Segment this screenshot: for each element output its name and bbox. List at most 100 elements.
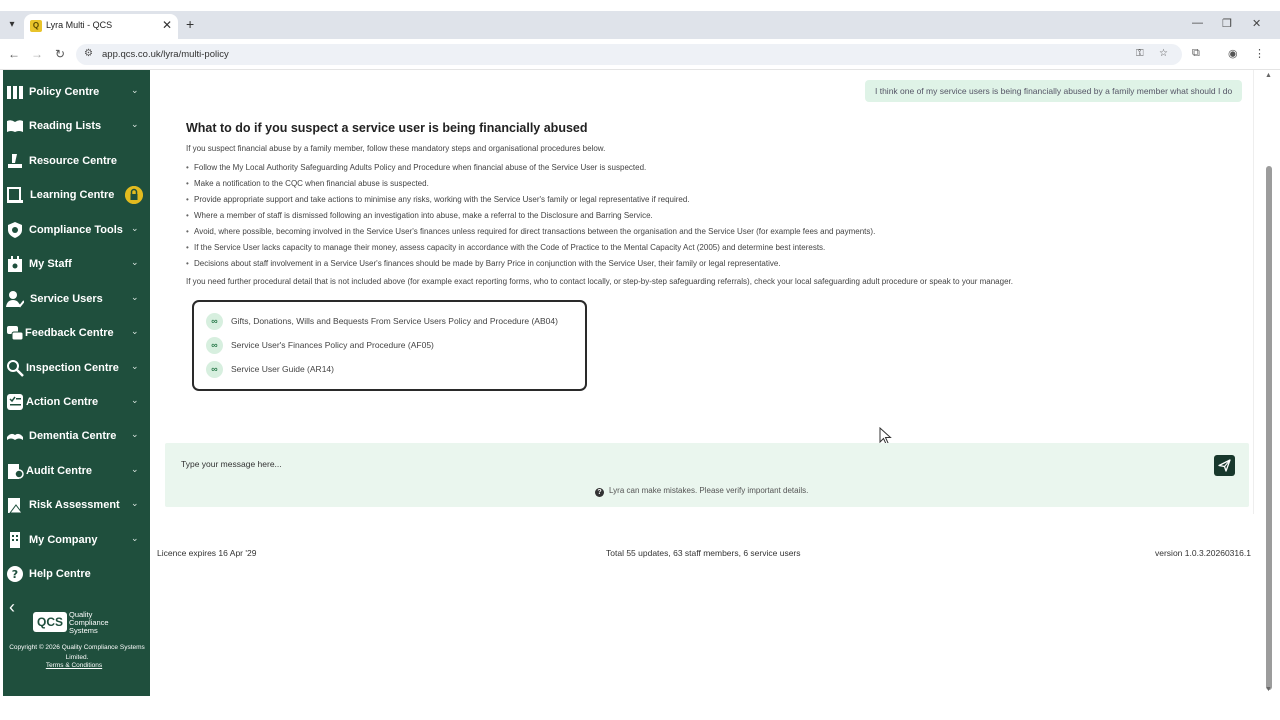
- message-input[interactable]: [181, 455, 1181, 473]
- sidebar-item-service-users[interactable]: Service Users ⌄: [3, 283, 150, 317]
- help-icon: ?: [7, 566, 23, 582]
- message-composer: ? Lyra can make mistakes. Please verify i…: [165, 443, 1249, 507]
- browser-menu-icon[interactable]: ⋮: [1254, 47, 1265, 60]
- list-item: Where a member of staff is dismissed fol…: [186, 208, 1246, 224]
- answer-bullet-list: Follow the My Local Authority Safeguardi…: [186, 160, 1246, 272]
- list-item: Provide appropriate support and take act…: [186, 192, 1246, 208]
- policy-icon: [7, 86, 23, 99]
- forward-arrow-icon[interactable]: →: [31, 47, 43, 61]
- sidebar-item-compliance-tools[interactable]: Compliance Tools ⌄: [3, 214, 150, 248]
- risk-icon: [8, 498, 23, 514]
- sidebar-item-reading-lists[interactable]: Reading Lists ⌄: [3, 110, 150, 144]
- send-button[interactable]: [1214, 455, 1235, 476]
- back-arrow-icon[interactable]: ←: [8, 47, 20, 61]
- tab-close-icon[interactable]: ✕: [162, 18, 172, 32]
- chevron-down-icon[interactable]: ⌄: [131, 429, 139, 440]
- browser-tab[interactable]: Q Lyra Multi - QCS ✕: [24, 14, 178, 39]
- terms-link[interactable]: Terms & Conditions: [3, 662, 145, 669]
- sidebar-item-my-company[interactable]: My Company ⌄: [3, 524, 150, 558]
- sidebar-item-policy-centre[interactable]: Policy Centre ⌄: [3, 76, 150, 110]
- chevron-down-icon[interactable]: ⌄: [131, 395, 139, 406]
- chevron-down-icon[interactable]: ⌄: [131, 119, 139, 130]
- link-icon: ∞: [206, 337, 223, 354]
- sidebar-item-audit-centre[interactable]: Audit Centre ⌄: [3, 455, 150, 489]
- sidebar-item-label: Action Centre: [26, 396, 99, 408]
- link-icon: ∞: [206, 361, 223, 378]
- sidebar-item-inspection-centre[interactable]: Inspection Centre ⌄: [3, 352, 150, 386]
- policy-link-label[interactable]: Gifts, Donations, Wills and Bequests Fro…: [231, 316, 558, 326]
- sidebar-item-risk-assessment[interactable]: Risk Assessment ⌄: [3, 489, 150, 523]
- chevron-down-icon[interactable]: ⌄: [131, 326, 139, 337]
- policy-link-label[interactable]: Service User's Finances Policy and Proce…: [231, 340, 434, 350]
- audit-icon: [8, 464, 24, 479]
- profile-icon[interactable]: ◉: [1228, 47, 1238, 60]
- password-key-icon[interactable]: ⚿: [1136, 48, 1144, 59]
- sidebar-item-feedback-centre[interactable]: Feedback Centre ⌄: [3, 317, 150, 351]
- feedback-icon: [7, 326, 24, 341]
- bookmark-star-icon[interactable]: ☆: [1159, 48, 1168, 59]
- scrollbar-thumb[interactable]: [1266, 166, 1272, 690]
- disclaimer-text: Lyra can make mistakes. Please verify im…: [609, 486, 809, 495]
- sidebar-item-resource-centre[interactable]: Resource Centre: [3, 145, 150, 179]
- staff-icon: [8, 256, 22, 272]
- app-version: version 1.0.3.20260316.1: [1155, 548, 1251, 558]
- policy-link-label[interactable]: Service User Guide (AR14): [231, 364, 334, 374]
- sidebar-item-action-centre[interactable]: Action Centre ⌄: [3, 386, 150, 420]
- inspection-icon: [7, 360, 24, 377]
- chevron-down-icon[interactable]: ⌄: [131, 361, 139, 372]
- shield-icon: [8, 222, 22, 238]
- restore-icon[interactable]: ❐: [1222, 17, 1232, 30]
- answer-title: What to do if you suspect a service user…: [186, 121, 588, 135]
- chevron-down-icon[interactable]: ⌄: [131, 464, 139, 475]
- account-totals: Total 55 updates, 63 staff members, 6 se…: [606, 548, 801, 558]
- chevron-down-icon[interactable]: ⌄: [131, 223, 139, 234]
- sidebar-item-label: Reading Lists: [29, 120, 102, 132]
- sidebar-item-my-staff[interactable]: My Staff ⌄: [3, 248, 150, 282]
- question-icon: ?: [595, 488, 604, 497]
- reload-icon[interactable]: ↻: [55, 47, 65, 61]
- chevron-down-icon[interactable]: ⌄: [131, 257, 139, 268]
- sidebar-item-label: My Staff: [29, 258, 72, 270]
- list-item: Decisions about staff involvement in a S…: [186, 256, 1246, 272]
- user-message: I think one of my service users is being…: [865, 80, 1243, 102]
- users-icon: [6, 291, 24, 308]
- browser-tab-bar: ▾ Q Lyra Multi - QCS ✕ + — ❐ ✕: [0, 11, 1280, 39]
- extensions-icon[interactable]: ⧉: [1192, 47, 1200, 60]
- answer-outro: If you need further procedural detail th…: [186, 277, 1013, 286]
- learning-icon: [7, 187, 23, 203]
- collapse-sidebar-icon[interactable]: ‹: [9, 597, 15, 618]
- site-info-icon[interactable]: ⚙: [84, 48, 93, 59]
- sidebar-item-label: Help Centre: [29, 568, 91, 580]
- window-close-icon[interactable]: ✕: [1252, 17, 1261, 30]
- url-text[interactable]: app.qcs.co.uk/lyra/multi-policy: [102, 49, 229, 60]
- book-icon: [7, 120, 23, 132]
- sidebar-item-help-centre[interactable]: ? Help Centre: [3, 558, 150, 592]
- new-tab-button[interactable]: +: [186, 16, 194, 32]
- resource-icon: [8, 154, 22, 168]
- chevron-down-icon[interactable]: ⌄: [131, 533, 139, 544]
- copyright-text: Copyright © 2026 Quality Compliance Syst…: [9, 644, 145, 661]
- url-bar[interactable]: ⚙ app.qcs.co.uk/lyra/multi-policy ⚿ ☆: [76, 44, 1182, 65]
- sidebar-item-label: Inspection Centre: [26, 362, 119, 374]
- list-item: Avoid, where possible, becoming involved…: [186, 224, 1246, 240]
- qcs-logo: QCS: [33, 612, 67, 632]
- sidebar-item-label: Learning Centre: [30, 189, 115, 201]
- lock-icon: [125, 186, 143, 204]
- page-scrollbar[interactable]: ▲ ▼: [1264, 70, 1274, 696]
- scroll-up-icon[interactable]: ▲: [1265, 72, 1272, 79]
- sidebar-item-dementia-centre[interactable]: Dementia Centre ⌄: [3, 420, 150, 454]
- minimize-icon[interactable]: —: [1192, 17, 1203, 29]
- chevron-down-icon[interactable]: ⌄: [131, 498, 139, 509]
- building-icon: [10, 532, 20, 548]
- sidebar-item-learning-centre[interactable]: Learning Centre: [3, 179, 150, 213]
- disclaimer: ? Lyra can make mistakes. Please verify i…: [595, 486, 808, 497]
- chevron-down-icon[interactable]: ⌄: [131, 292, 139, 303]
- sidebar-item-label: Feedback Centre: [25, 327, 114, 339]
- chevron-down-icon[interactable]: ⌄: [131, 85, 139, 96]
- address-toolbar: ← → ↻ ⚙ app.qcs.co.uk/lyra/multi-policy …: [0, 39, 1280, 70]
- scroll-down-icon[interactable]: ▼: [1265, 686, 1272, 693]
- answer-intro: If you suspect financial abuse by a fami…: [186, 144, 606, 153]
- send-icon: [1218, 459, 1231, 472]
- tab-search-chevron-icon[interactable]: ▾: [4, 17, 20, 33]
- sidebar-item-label: My Company: [29, 534, 98, 546]
